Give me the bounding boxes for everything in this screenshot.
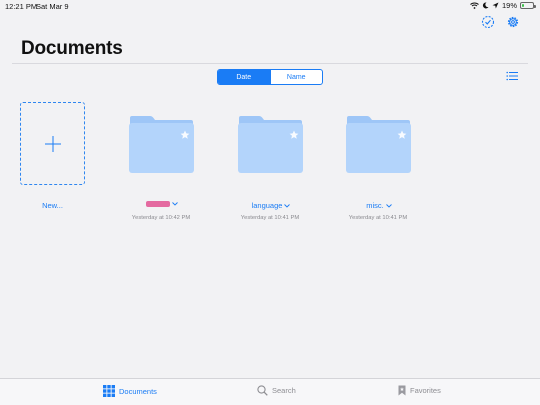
new-document-label[interactable]: New... bbox=[20, 201, 85, 210]
folder-date: Yesterday at 10:41 PM bbox=[348, 215, 408, 221]
checkmark-circle-icon bbox=[481, 15, 495, 29]
status-bar: 12:21 PM Sat Mar 9 19% bbox=[0, 0, 540, 12]
settings-button[interactable] bbox=[506, 15, 520, 29]
search-icon bbox=[257, 385, 268, 396]
chevron-down-icon bbox=[172, 202, 178, 206]
folder-name[interactable]: language bbox=[226, 201, 316, 210]
header-divider bbox=[12, 63, 528, 64]
chevron-down-icon bbox=[284, 203, 291, 208]
folder-item[interactable] bbox=[237, 114, 304, 174]
plus-icon bbox=[44, 135, 61, 152]
battery-percent: 19% bbox=[501, 1, 517, 10]
tab-bar: Documents Search Favorites bbox=[0, 378, 540, 405]
select-button[interactable] bbox=[481, 15, 495, 29]
folder-icon bbox=[346, 116, 411, 173]
folder-name-label: language bbox=[251, 201, 283, 210]
folder-name-label: misc. bbox=[366, 201, 384, 210]
folder-date: Yesterday at 10:41 PM bbox=[240, 215, 300, 221]
sort-by-date-button[interactable]: Date bbox=[218, 70, 270, 84]
folder-icon bbox=[129, 116, 194, 173]
bookmark-icon bbox=[398, 385, 406, 396]
tab-search-label: Search bbox=[272, 386, 296, 395]
battery-level bbox=[522, 4, 524, 7]
sort-segmented-control[interactable]: Date Name bbox=[217, 69, 323, 85]
wifi-icon bbox=[470, 2, 479, 9]
folder-date: Yesterday at 10:42 PM bbox=[131, 215, 191, 221]
status-date: Sat Mar 9 bbox=[36, 2, 69, 11]
status-time: 12:21 PM bbox=[5, 2, 38, 11]
folder-item[interactable] bbox=[345, 114, 412, 174]
folder-name[interactable] bbox=[117, 201, 207, 207]
status-indicators: 19% bbox=[470, 1, 536, 10]
tab-favorites[interactable]: Favorites bbox=[398, 385, 441, 396]
folder-icon bbox=[238, 116, 303, 173]
sort-by-name-button[interactable]: Name bbox=[269, 70, 323, 84]
new-document-tile[interactable] bbox=[20, 102, 85, 185]
moon-icon bbox=[482, 2, 489, 9]
list-icon bbox=[506, 71, 518, 81]
tab-favorites-label: Favorites bbox=[410, 386, 441, 395]
redacted-name bbox=[146, 201, 170, 207]
folder-item[interactable] bbox=[128, 114, 195, 174]
tab-documents[interactable]: Documents bbox=[103, 385, 157, 397]
location-icon bbox=[492, 2, 499, 9]
battery-icon bbox=[520, 2, 536, 9]
tab-search[interactable]: Search bbox=[257, 385, 296, 396]
chevron-down-icon bbox=[385, 203, 392, 208]
page-title: Documents bbox=[21, 38, 123, 59]
grid-icon bbox=[103, 385, 115, 397]
gear-icon bbox=[507, 16, 519, 28]
folder-name[interactable]: misc. bbox=[334, 201, 424, 210]
tab-documents-label: Documents bbox=[119, 386, 157, 396]
list-view-button[interactable] bbox=[506, 71, 518, 81]
